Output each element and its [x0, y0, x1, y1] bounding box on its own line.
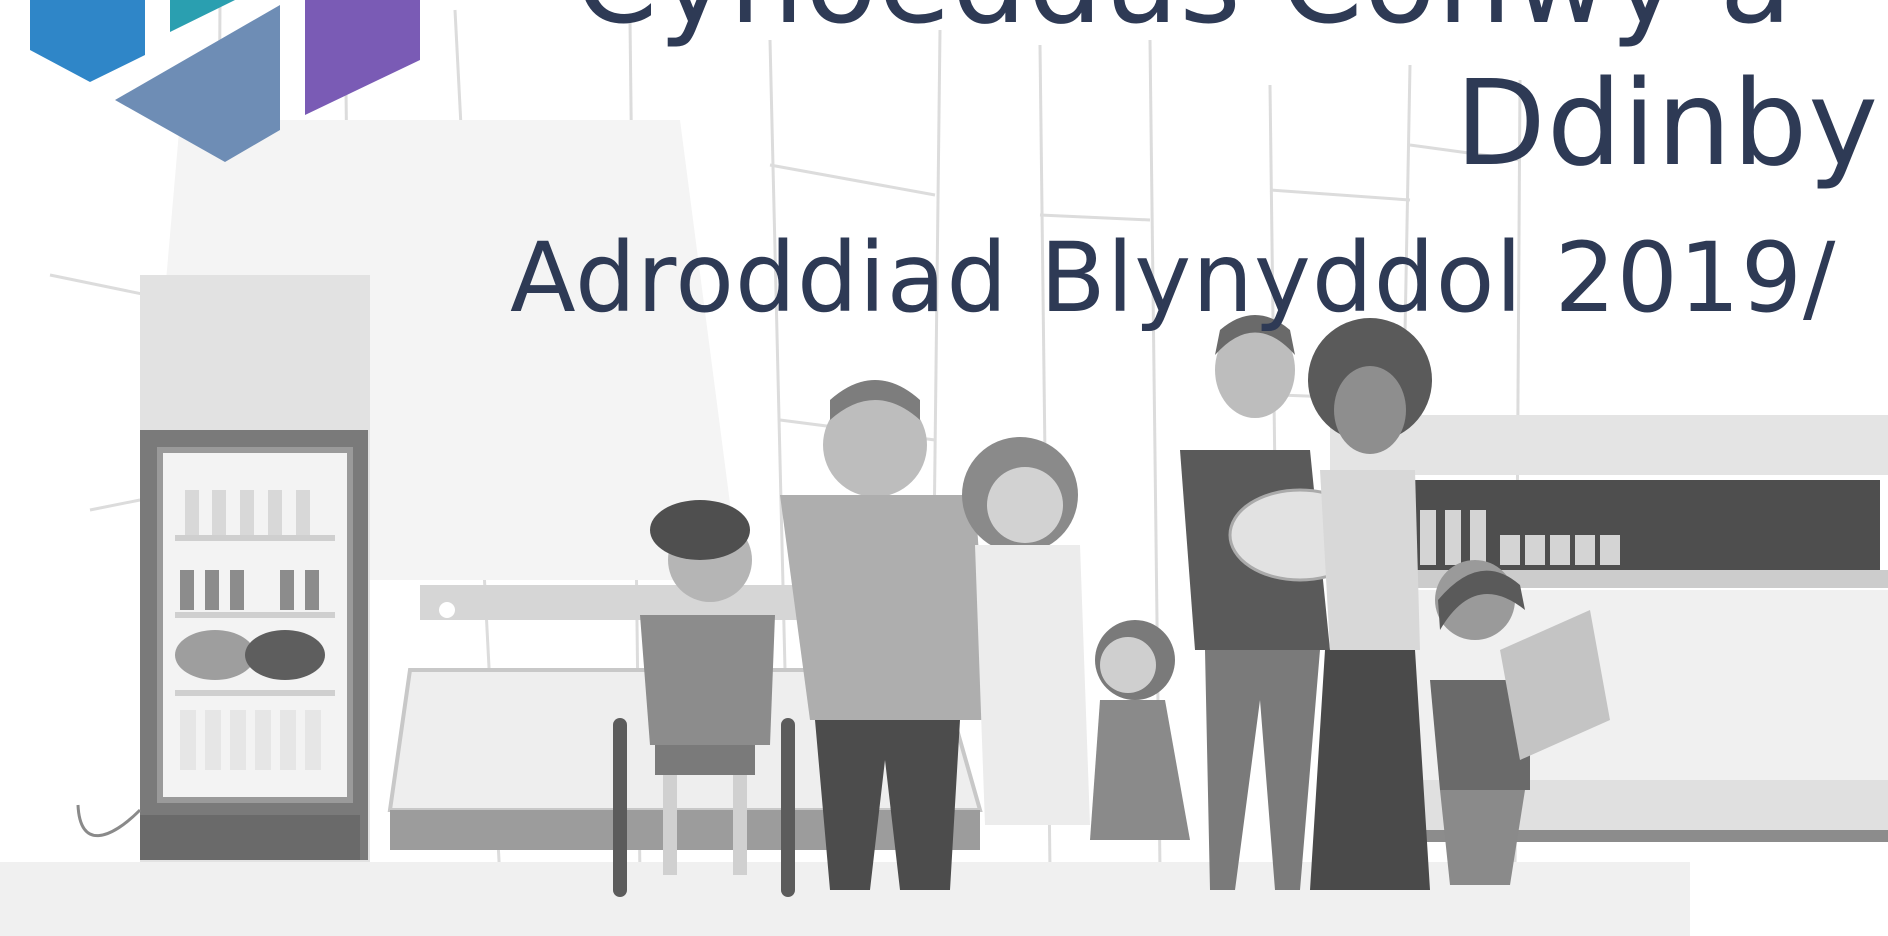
logo-teal-facet [170, 0, 235, 32]
title-line-1: Cynoeddus Conwy a [575, 0, 1793, 40]
refrigerator [76, 275, 370, 885]
logo-purple-facet [305, 0, 420, 115]
hexagon-logo-icon [30, 0, 420, 162]
slide-canvas: Cynoeddus Conwy a Ddinby Adroddiad Blyny… [0, 0, 1888, 936]
subtitle: Adroddiad Blynyddol 2019/ [510, 222, 1837, 334]
logo-blue-facet [30, 0, 145, 82]
title-line-2: Ddinby [1455, 54, 1880, 192]
